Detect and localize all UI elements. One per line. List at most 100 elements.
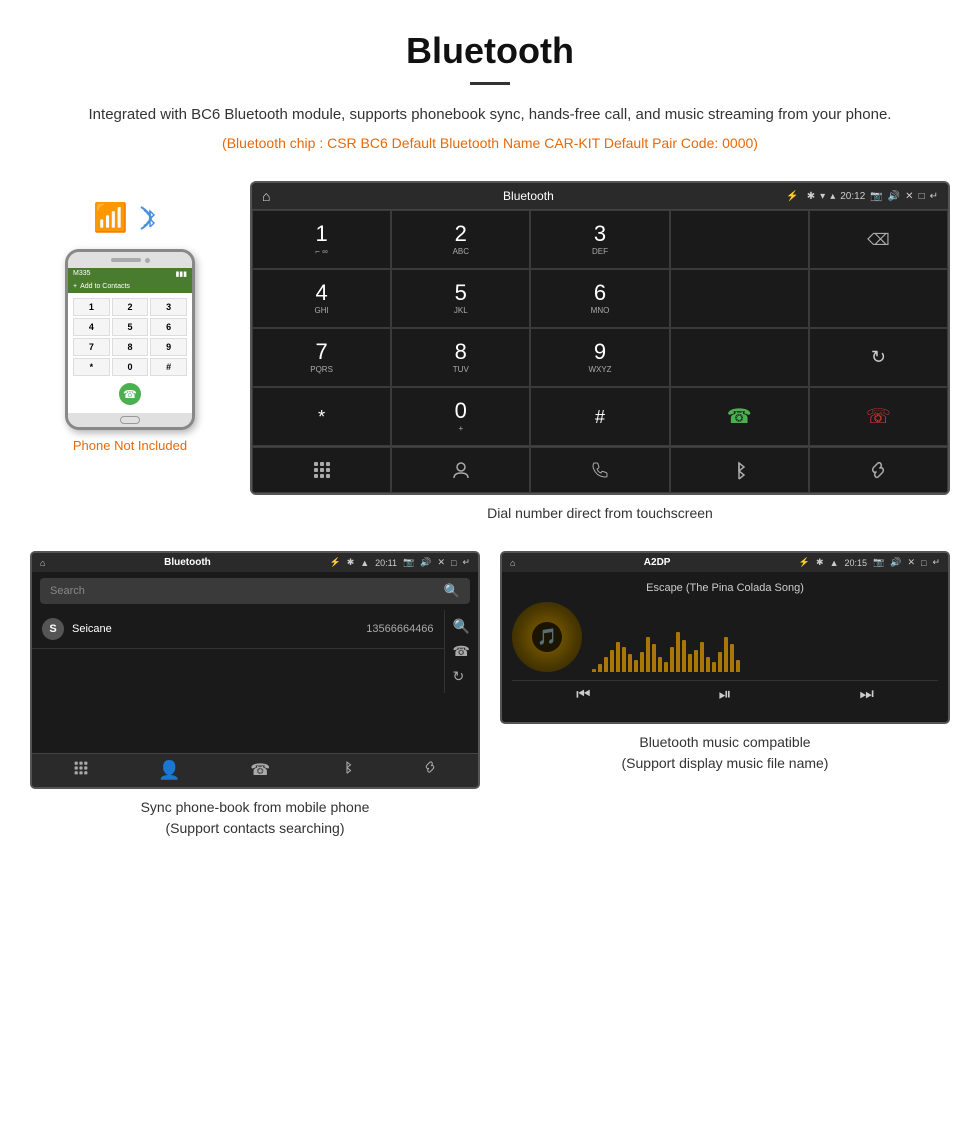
pb-vol-icon[interactable]: 🔊 (420, 557, 431, 568)
music-title: A2DP (521, 557, 792, 568)
dial-bottom-contacts[interactable] (391, 447, 530, 493)
eq-bar (724, 637, 728, 672)
pb-nav-contacts-active[interactable]: 👤 (158, 760, 180, 781)
phone-key-4[interactable]: 4 (73, 318, 110, 336)
pb-back-icon[interactable]: ↵ (462, 557, 470, 568)
dial-num-0: 0 (455, 400, 467, 422)
music-camera-icon[interactable]: 📷 (873, 557, 884, 568)
pb-nav-link[interactable] (423, 760, 437, 781)
dial-call-button[interactable]: ☎ (670, 387, 809, 446)
music-win-icon[interactable]: □ (921, 558, 926, 568)
dial-bottom-dialpad[interactable] (252, 447, 391, 493)
eq-bar (670, 647, 674, 672)
dial-num-6: 6 (594, 282, 606, 304)
dial-key-6[interactable]: 6 MNO (530, 269, 669, 328)
dial-key-hash[interactable]: # (530, 387, 669, 446)
eq-bar (700, 642, 704, 672)
phone-key-0[interactable]: 0 (112, 358, 149, 376)
phone-home-button[interactable] (120, 416, 140, 424)
pb-nav-bluetooth[interactable] (340, 760, 354, 781)
dial-key-7[interactable]: 7 PQRS (252, 328, 391, 387)
pb-home-icon[interactable]: ⌂ (40, 558, 45, 568)
dial-num-star: * (318, 408, 325, 426)
pb-win-icon[interactable]: □ (451, 558, 456, 568)
phone-key-hash[interactable]: # (150, 358, 187, 376)
pb-status-bar: ⌂ Bluetooth ⚡ ✱ ▲ 20:11 📷 🔊 ✕ □ ↵ (32, 553, 478, 572)
title-divider (470, 82, 510, 85)
equalizer-visualization (592, 602, 938, 672)
dial-key-9[interactable]: 9 WXYZ (530, 328, 669, 387)
dial-num-7: 7 (315, 341, 327, 363)
play-pause-button[interactable]: ⏯ (719, 686, 732, 704)
dial-key-1[interactable]: 1 ⌐ ∞ (252, 210, 391, 269)
back-icon[interactable]: ↵ (930, 191, 938, 202)
dial-refresh-button[interactable]: ↻ (809, 328, 948, 387)
camera-icon[interactable]: 📷 (870, 191, 882, 202)
phone-bottom-bar (68, 413, 192, 427)
eq-bar (616, 642, 620, 672)
search-icon[interactable]: 🔍 (444, 583, 460, 599)
description-text: Integrated with BC6 Bluetooth module, su… (80, 103, 900, 127)
phone-key-3[interactable]: 3 (150, 298, 187, 316)
music-caption-line2: (Support display music file name) (622, 755, 829, 771)
phone-key-6[interactable]: 6 (150, 318, 187, 336)
phone-key-9[interactable]: 9 (150, 338, 187, 356)
dial-key-3[interactable]: 3 DEF (530, 210, 669, 269)
volume-icon[interactable]: 🔊 (888, 191, 900, 202)
dial-num-2: 2 (455, 223, 467, 245)
eq-bar (682, 640, 686, 672)
contact-initial: S (49, 623, 56, 635)
dial-sub-0: + (458, 424, 463, 433)
home-icon[interactable]: ⌂ (262, 188, 270, 204)
prev-track-button[interactable]: ⏮ (576, 686, 590, 704)
music-vol-icon[interactable]: 🔊 (890, 557, 901, 568)
pb-camera-icon[interactable]: 📷 (403, 557, 414, 568)
eq-bar (730, 644, 734, 672)
phone-key-5[interactable]: 5 (112, 318, 149, 336)
close-icon[interactable]: ✕ (905, 191, 913, 202)
dial-backspace-button[interactable]: ⌫ (809, 210, 948, 269)
phonebook-caption-line2: (Support contacts searching) (166, 820, 345, 836)
phone-call-button[interactable]: ☎ (119, 383, 141, 405)
pb-nav-phone[interactable]: ☎ (250, 760, 270, 781)
phone-key-2[interactable]: 2 (112, 298, 149, 316)
dial-key-8[interactable]: 8 TUV (391, 328, 530, 387)
music-home-icon[interactable]: ⌂ (510, 558, 515, 568)
dialpad-icon (312, 460, 332, 480)
window-icon[interactable]: □ (919, 191, 925, 202)
music-close-icon[interactable]: ✕ (907, 557, 915, 568)
phone-mockup: M335 ▮▮▮ + Add to Contacts 1 2 3 4 5 6 7… (65, 249, 195, 430)
dial-end-call-button[interactable]: ☏ (809, 387, 948, 446)
pb-usb-icon: ⚡ (329, 557, 340, 568)
pb-close-icon[interactable]: ✕ (437, 557, 445, 568)
dial-screen-title: Bluetooth (278, 189, 778, 203)
next-track-button[interactable]: ⏭ (860, 686, 874, 704)
time-display: 20:12 (840, 191, 865, 202)
phone-key-star[interactable]: * (73, 358, 110, 376)
dial-sub-2: ABC (453, 247, 469, 256)
contact-row[interactable]: S Seicane 13566664466 (32, 610, 444, 649)
dial-key-5[interactable]: 5 JKL (391, 269, 530, 328)
dial-key-2[interactable]: 2 ABC (391, 210, 530, 269)
pb-nav-dialpad[interactable] (73, 760, 89, 781)
phone-key-8[interactable]: 8 (112, 338, 149, 356)
status-icons: ✱ ▾ ▴ 20:12 📷 🔊 ✕ □ ↵ (807, 191, 938, 202)
pb-right-search-icon[interactable]: 🔍 (453, 618, 470, 635)
dial-bottom-link[interactable] (809, 447, 948, 493)
dial-key-0[interactable]: 0 + (391, 387, 530, 446)
phonebook-search[interactable]: Search 🔍 (40, 578, 470, 604)
phone-key-7[interactable]: 7 (73, 338, 110, 356)
eq-bar (736, 660, 740, 672)
music-back-icon[interactable]: ↵ (932, 557, 940, 568)
bt-signal-icon: 📶 (93, 201, 167, 234)
dial-key-star[interactable]: * (252, 387, 391, 446)
dial-key-4[interactable]: 4 GHI (252, 269, 391, 328)
dial-num-5: 5 (455, 282, 467, 304)
pb-right-phone-icon[interactable]: ☎ (453, 643, 470, 660)
dial-caption: Dial number direct from touchscreen (250, 505, 950, 521)
pb-right-refresh-icon[interactable]: ↻ (453, 668, 470, 685)
dial-bottom-phone[interactable] (530, 447, 669, 493)
phone-key-1[interactable]: 1 (73, 298, 110, 316)
phone-icon (590, 460, 610, 480)
dial-bottom-bluetooth[interactable] (670, 447, 809, 493)
